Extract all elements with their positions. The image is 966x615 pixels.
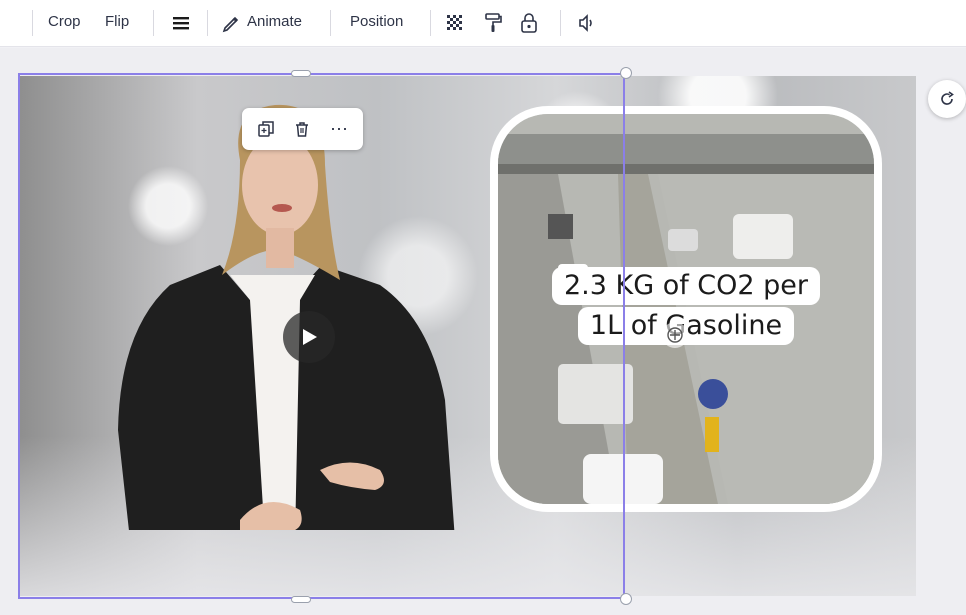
rotate-button[interactable] [928, 80, 966, 118]
volume-icon[interactable] [574, 9, 600, 37]
play-button[interactable] [283, 311, 335, 363]
more-icon[interactable]: ⋯ [326, 117, 352, 141]
resize-handle-top-right[interactable] [620, 67, 632, 79]
resize-handle-bottom[interactable] [291, 596, 311, 603]
resize-handle-top[interactable] [291, 70, 311, 77]
editor-toolbar: Crop Flip Animate Position [0, 0, 966, 47]
animate-pencil-icon[interactable] [218, 9, 244, 37]
paint-roller-icon[interactable] [480, 9, 506, 37]
toolbar-divider [560, 10, 561, 36]
rotate-icon [941, 91, 954, 105]
menu-lines-icon[interactable] [168, 9, 194, 37]
toolbar-divider [330, 10, 331, 36]
move-icon[interactable] [662, 322, 688, 348]
lock-icon[interactable] [516, 9, 542, 37]
transparency-icon[interactable] [442, 9, 468, 37]
animate-button[interactable]: Animate [247, 13, 302, 30]
play-icon [303, 329, 317, 345]
toolbar-divider [430, 10, 431, 36]
crop-button[interactable]: Crop [48, 13, 81, 30]
caption-line-1: 2.3 KG of CO2 per [551, 267, 821, 305]
duplicate-icon[interactable] [253, 117, 279, 141]
delete-icon[interactable] [289, 117, 315, 141]
toolbar-divider [207, 10, 208, 36]
position-button[interactable]: Position [350, 13, 403, 30]
element-floating-menu: ⋯ [242, 108, 363, 150]
toolbar-divider [32, 10, 33, 36]
toolbar-divider [153, 10, 154, 36]
resize-handle-bottom-right[interactable] [620, 593, 632, 605]
flip-button[interactable]: Flip [105, 13, 129, 30]
